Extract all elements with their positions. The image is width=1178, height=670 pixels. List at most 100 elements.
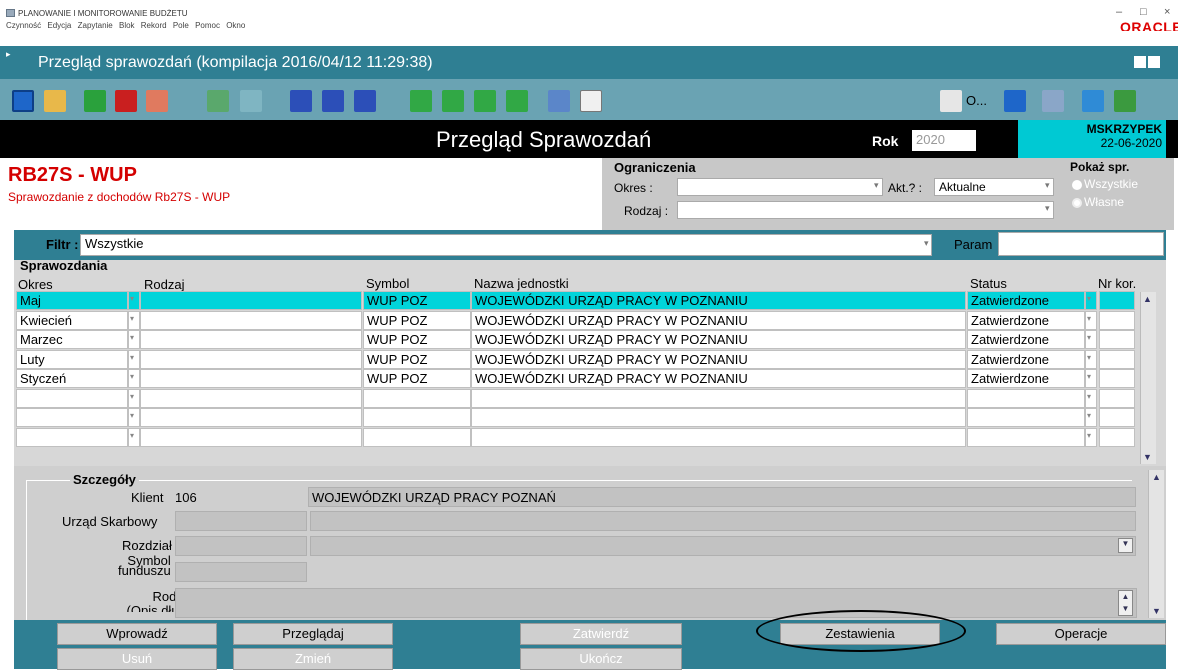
okres-select[interactable] bbox=[677, 178, 883, 196]
cell-nazwa[interactable]: WOJEWÓDZKI URZĄD PRACY W POZNANIU bbox=[471, 310, 966, 330]
cell-nrkor[interactable] bbox=[1099, 349, 1135, 369]
chevron-down-icon[interactable]: ▾ bbox=[128, 369, 140, 388]
rok-field[interactable]: 2020 bbox=[912, 130, 976, 151]
cell-rodzaj[interactable] bbox=[140, 349, 362, 369]
maximize-button[interactable]: □ bbox=[1140, 6, 1147, 18]
delete-record-icon[interactable] bbox=[115, 90, 137, 112]
chevron-down-icon[interactable]: ▾ bbox=[128, 330, 140, 349]
cell-okres[interactable]: Maj bbox=[16, 291, 128, 310]
cell-symbol[interactable] bbox=[363, 388, 471, 408]
cell-nrkor[interactable] bbox=[1099, 291, 1135, 310]
cell-nazwa[interactable] bbox=[471, 427, 966, 447]
menu-okno[interactable]: Okno bbox=[226, 21, 245, 30]
reports-scrollbar[interactable]: ▲ ▼ bbox=[1140, 292, 1156, 464]
cell-rodzaj[interactable] bbox=[140, 310, 362, 330]
cell-okres[interactable] bbox=[16, 388, 128, 408]
cell-okres[interactable] bbox=[16, 427, 128, 447]
rodzaj-opis-field[interactable] bbox=[175, 588, 1137, 618]
last-record-icon[interactable] bbox=[506, 90, 528, 112]
details-scrollbar[interactable]: ▲ ▼ bbox=[1148, 470, 1164, 618]
edit-note-icon[interactable] bbox=[580, 90, 602, 112]
table-row[interactable]: Marzec ▾ WUP POZ WOJEWÓDZKI URZĄD PRACY W P… bbox=[0, 330, 1140, 349]
chevron-down-icon[interactable]: ▾ bbox=[1085, 408, 1097, 427]
window-icon[interactable] bbox=[1042, 90, 1064, 112]
cell-rodzaj[interactable] bbox=[140, 388, 362, 408]
menu-edycja[interactable]: Edycja bbox=[47, 21, 71, 30]
chevron-down-icon[interactable]: ▼ bbox=[1118, 538, 1133, 553]
next-record-icon[interactable] bbox=[474, 90, 496, 112]
cell-okres[interactable]: Marzec bbox=[16, 330, 128, 349]
chevron-down-icon[interactable]: ▾ bbox=[1085, 427, 1097, 447]
close-button[interactable]: × bbox=[1164, 6, 1170, 18]
radio-all-label[interactable]: Wszystkie bbox=[1084, 177, 1138, 191]
search-icon[interactable] bbox=[1082, 90, 1104, 112]
rozdzial-name-field[interactable] bbox=[310, 536, 1136, 556]
toolbar-more[interactable]: O... bbox=[966, 93, 987, 108]
first-record-icon[interactable] bbox=[410, 90, 432, 112]
cell-nrkor[interactable] bbox=[1099, 388, 1135, 408]
menu-zapytanie[interactable]: Zapytanie bbox=[78, 21, 113, 30]
scroll-up-icon[interactable]: ▲ bbox=[1143, 294, 1152, 304]
cell-nrkor[interactable] bbox=[1099, 408, 1135, 427]
radio-own-label[interactable]: Własne bbox=[1084, 195, 1124, 209]
form-restore-icon[interactable] bbox=[1148, 56, 1160, 68]
enter-query-icon[interactable] bbox=[290, 90, 312, 112]
save-icon[interactable] bbox=[12, 90, 34, 112]
scroll-up-icon[interactable]: ▲ bbox=[1152, 472, 1161, 482]
menu-rekord[interactable]: Rekord bbox=[141, 21, 167, 30]
cell-okres[interactable]: Luty bbox=[16, 349, 128, 369]
cell-nazwa[interactable]: WOJEWÓDZKI URZĄD PRACY W POZNANIU bbox=[471, 349, 966, 369]
ukoncz-button[interactable]: Ukończ bbox=[520, 648, 682, 670]
cell-nazwa[interactable]: WOJEWÓDZKI URZĄD PRACY W POZNANIU bbox=[471, 369, 966, 388]
cell-okres[interactable]: Kwiecień bbox=[16, 310, 128, 330]
zmien-button[interactable]: Zmień bbox=[233, 648, 393, 670]
chevron-down-icon[interactable]: ▾ bbox=[1085, 310, 1097, 330]
table-row[interactable]: Maj ▾ WUP POZ WOJEWÓDZKI URZĄD PRACY W POZN… bbox=[0, 291, 1140, 310]
form-system-icon[interactable]: ▸ bbox=[6, 49, 11, 60]
cell-rodzaj[interactable] bbox=[140, 408, 362, 427]
table-row[interactable]: ▾ ▾ bbox=[0, 388, 1140, 408]
spin-icon[interactable]: ▲ ▼ bbox=[1118, 590, 1133, 616]
form-window-buttons[interactable] bbox=[1134, 56, 1174, 70]
cell-symbol[interactable]: WUP POZ bbox=[363, 330, 471, 349]
clear-icon[interactable] bbox=[146, 90, 168, 112]
scroll-down-icon[interactable]: ▼ bbox=[1152, 606, 1161, 616]
chevron-down-icon[interactable]: ▾ bbox=[128, 291, 140, 310]
minimize-button[interactable]: – bbox=[1116, 6, 1122, 18]
cell-nrkor[interactable] bbox=[1099, 427, 1135, 447]
chevron-down-icon[interactable]: ▾ bbox=[128, 310, 140, 330]
cell-nrkor[interactable] bbox=[1099, 310, 1135, 330]
print-icon[interactable] bbox=[548, 90, 570, 112]
chevron-down-icon[interactable]: ▾ bbox=[924, 238, 929, 249]
cell-rodzaj[interactable] bbox=[140, 369, 362, 388]
scroll-down-icon[interactable]: ▼ bbox=[1143, 452, 1152, 462]
menu-czynnosc[interactable]: Czynność bbox=[6, 21, 41, 30]
chevron-down-icon[interactable]: ▾ bbox=[1085, 369, 1097, 388]
akt-select[interactable]: Aktualne bbox=[934, 178, 1054, 196]
chevron-down-icon[interactable]: ▾ bbox=[874, 180, 879, 191]
cell-status[interactable] bbox=[967, 427, 1085, 447]
insert-record-icon[interactable] bbox=[84, 90, 106, 112]
cell-rodzaj[interactable] bbox=[140, 291, 362, 310]
cell-symbol[interactable] bbox=[363, 427, 471, 447]
przegladaj-button[interactable]: Przeglądaj bbox=[233, 623, 393, 645]
chevron-down-icon[interactable]: ▾ bbox=[1085, 330, 1097, 349]
chevron-down-icon[interactable]: ▾ bbox=[1085, 388, 1097, 408]
cell-symbol[interactable]: WUP POZ bbox=[363, 369, 471, 388]
menu-blok[interactable]: Blok bbox=[119, 21, 135, 30]
chevron-down-icon[interactable]: ▾ bbox=[1045, 203, 1050, 214]
wprowadz-button[interactable]: Wprowadź bbox=[57, 623, 217, 645]
cell-symbol[interactable]: WUP POZ bbox=[363, 291, 471, 310]
zatwierdz-button[interactable]: Zatwierdź bbox=[520, 623, 682, 645]
previous-record-icon[interactable] bbox=[442, 90, 464, 112]
cell-status[interactable] bbox=[967, 408, 1085, 427]
exit-door-icon[interactable] bbox=[1114, 90, 1136, 112]
menu-pole[interactable]: Pole bbox=[173, 21, 189, 30]
table-row[interactable]: ▾ ▾ bbox=[0, 427, 1140, 447]
cell-symbol[interactable]: WUP POZ bbox=[363, 310, 471, 330]
menu-pomoc[interactable]: Pomoc bbox=[195, 21, 220, 30]
cell-okres[interactable] bbox=[16, 408, 128, 427]
chevron-down-icon[interactable]: ▾ bbox=[128, 427, 140, 447]
count-query-icon[interactable] bbox=[354, 90, 376, 112]
form-minimize-icon[interactable] bbox=[1134, 56, 1146, 68]
